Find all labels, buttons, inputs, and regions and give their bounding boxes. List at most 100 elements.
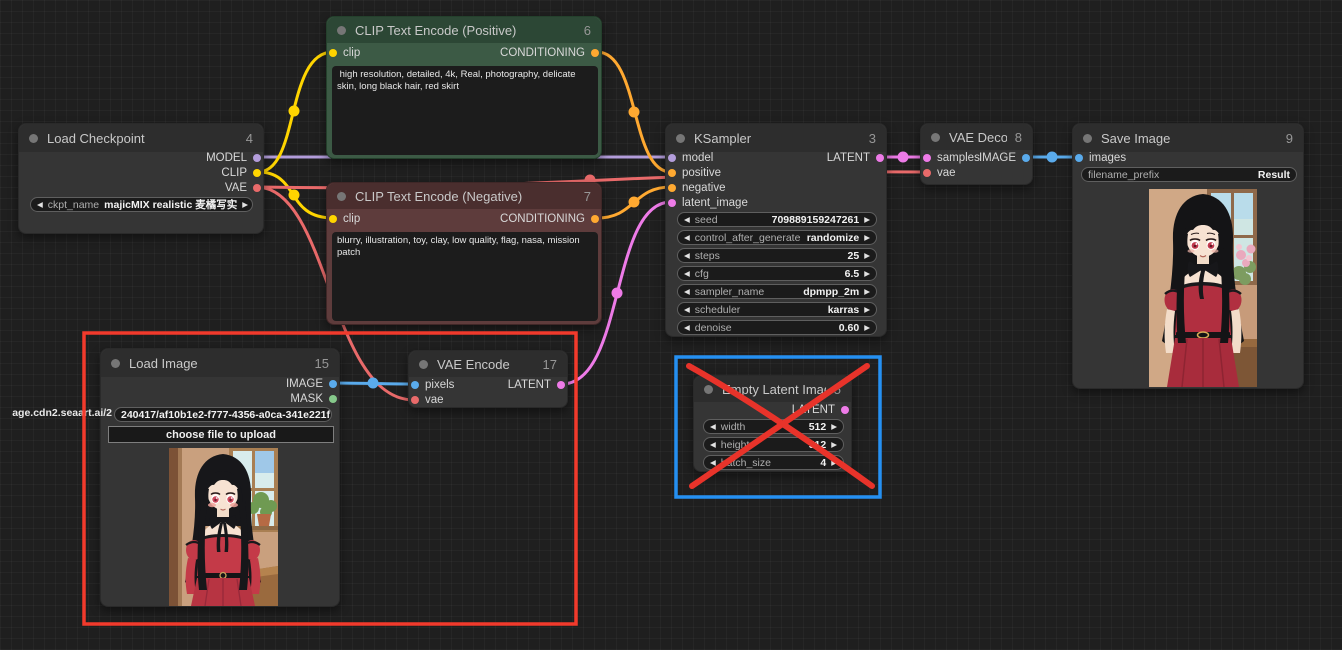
increment-arrow-icon[interactable]: ▶ xyxy=(242,201,248,209)
output-slot-vae[interactable]: VAE xyxy=(225,181,261,195)
conditioning-port-dot[interactable] xyxy=(591,215,599,223)
decrement-arrow-icon[interactable]: ◀ xyxy=(684,252,690,260)
input-slot-vae[interactable]: vae xyxy=(411,393,444,407)
output-slot-model[interactable]: MODEL xyxy=(206,151,261,165)
widget-denoise[interactable]: ◀ denoise 0.60 ▶ xyxy=(677,320,877,335)
output-slot-latent[interactable]: LATENT xyxy=(827,151,884,165)
model-port-dot[interactable] xyxy=(668,154,676,162)
decrement-arrow-icon[interactable]: ◀ xyxy=(710,441,716,449)
model-port-dot[interactable] xyxy=(253,154,261,162)
collapse-dot-icon[interactable] xyxy=(1083,134,1092,143)
image-port-dot[interactable] xyxy=(1075,154,1083,162)
widget-control-after-generate[interactable]: ◀ control_after_generate randomize ▶ xyxy=(677,230,877,245)
output-slot-image[interactable]: IMAGE xyxy=(979,151,1030,165)
node-titlebar[interactable]: KSampler 3 xyxy=(666,124,886,152)
output-slot-latent[interactable]: LATENT xyxy=(792,403,849,417)
input-slot-pixels[interactable]: pixels xyxy=(411,378,454,392)
widget-filename-prefix[interactable]: filename_prefix Result xyxy=(1081,167,1297,182)
input-slot-latent-image[interactable]: latent_image xyxy=(668,196,748,210)
input-slot-positive[interactable]: positive xyxy=(668,166,721,180)
increment-arrow-icon[interactable]: ▶ xyxy=(831,441,837,449)
node-empty-latent-image[interactable]: Empty Latent Image 5 LATENT ◀ width 512 … xyxy=(693,375,852,472)
latent-port-dot[interactable] xyxy=(876,154,884,162)
widget-width[interactable]: ◀ width 512 ▶ xyxy=(703,419,844,434)
node-clip-text-encode-positive[interactable]: CLIP Text Encode (Positive) 6 clip CONDI… xyxy=(326,16,602,159)
increment-arrow-icon[interactable]: ▶ xyxy=(864,306,870,314)
input-slot-negative[interactable]: negative xyxy=(668,181,725,195)
node-titlebar[interactable]: CLIP Text Encode (Positive) 6 xyxy=(327,17,601,43)
input-slot-samples[interactable]: samples xyxy=(923,151,980,165)
image-port-dot[interactable] xyxy=(411,381,419,389)
widget-steps[interactable]: ◀ steps 25 ▶ xyxy=(677,248,877,263)
decrement-arrow-icon[interactable]: ◀ xyxy=(710,423,716,431)
output-slot-clip[interactable]: CLIP xyxy=(221,166,261,180)
widget-sampler-name[interactable]: ◀ sampler_name dpmpp_2m ▶ xyxy=(677,284,877,299)
latent-port-dot[interactable] xyxy=(923,154,931,162)
output-slot-latent[interactable]: LATENT xyxy=(508,378,565,392)
input-slot-vae[interactable]: vae xyxy=(923,166,956,180)
conditioning-port-dot[interactable] xyxy=(591,49,599,57)
decrement-arrow-icon[interactable]: ◀ xyxy=(684,306,690,314)
input-slot-clip[interactable]: clip xyxy=(329,46,360,60)
latent-port-dot[interactable] xyxy=(557,381,565,389)
clip-port-dot[interactable] xyxy=(253,169,261,177)
decrement-arrow-icon[interactable]: ◀ xyxy=(684,216,690,224)
widget-cfg[interactable]: ◀ cfg 6.5 ▶ xyxy=(677,266,877,281)
latent-port-dot[interactable] xyxy=(668,199,676,207)
input-slot-model[interactable]: model xyxy=(668,151,713,165)
decrement-arrow-icon[interactable]: ◀ xyxy=(684,288,690,296)
collapse-dot-icon[interactable] xyxy=(337,26,346,35)
collapse-dot-icon[interactable] xyxy=(111,359,120,368)
node-titlebar[interactable]: VAE Encode 17 xyxy=(409,351,567,377)
node-titlebar[interactable]: VAE Decode 8 xyxy=(921,124,1032,150)
clip-port-dot[interactable] xyxy=(329,215,337,223)
increment-arrow-icon[interactable]: ▶ xyxy=(864,234,870,242)
widget-height[interactable]: ◀ height 512 ▶ xyxy=(703,437,844,452)
output-slot-conditioning[interactable]: CONDITIONING xyxy=(500,46,599,60)
image-port-dot[interactable] xyxy=(329,380,337,388)
conditioning-port-dot[interactable] xyxy=(668,184,676,192)
vae-port-dot[interactable] xyxy=(411,396,419,404)
node-clip-text-encode-negative[interactable]: CLIP Text Encode (Negative) 7 clip CONDI… xyxy=(326,182,602,325)
collapse-dot-icon[interactable] xyxy=(704,385,713,394)
image-port-dot[interactable] xyxy=(1022,154,1030,162)
increment-arrow-icon[interactable]: ▶ xyxy=(864,270,870,278)
widget-ckpt-name[interactable]: ◀ ckpt_name majicMIX realistic 麦橘写实 ▶ xyxy=(30,197,253,212)
collapse-dot-icon[interactable] xyxy=(931,133,940,142)
increment-arrow-icon[interactable]: ▶ xyxy=(864,288,870,296)
increment-arrow-icon[interactable]: ▶ xyxy=(831,423,837,431)
positive-prompt-textarea[interactable]: high resolution, detailed, 4k, Real, pho… xyxy=(332,66,598,155)
output-slot-mask[interactable]: MASK xyxy=(290,392,337,406)
widget-image-filename[interactable]: 240417/af10b1e2-f777-4356-a0ca-341e221f7… xyxy=(114,407,332,422)
node-titlebar[interactable]: CLIP Text Encode (Negative) 7 xyxy=(327,183,601,209)
decrement-arrow-icon[interactable]: ◀ xyxy=(684,324,690,332)
node-titlebar[interactable]: Load Checkpoint 4 xyxy=(19,124,263,152)
node-load-checkpoint[interactable]: Load Checkpoint 4 MODEL CLIP VAE ◀ ckpt_… xyxy=(18,123,264,234)
mask-port-dot[interactable] xyxy=(329,395,337,403)
increment-arrow-icon[interactable]: ▶ xyxy=(864,216,870,224)
node-graph-canvas[interactable]: Load Checkpoint 4 MODEL CLIP VAE ◀ ckpt_… xyxy=(0,0,1342,650)
increment-arrow-icon[interactable]: ▶ xyxy=(864,324,870,332)
clip-port-dot[interactable] xyxy=(329,49,337,57)
upload-button[interactable]: choose file to upload xyxy=(108,426,334,443)
vae-port-dot[interactable] xyxy=(923,169,931,177)
decrement-arrow-icon[interactable]: ◀ xyxy=(684,270,690,278)
increment-arrow-icon[interactable]: ▶ xyxy=(864,252,870,260)
vae-port-dot[interactable] xyxy=(253,184,261,192)
node-titlebar[interactable]: Save Image 9 xyxy=(1073,124,1303,152)
decrement-arrow-icon[interactable]: ◀ xyxy=(37,201,43,209)
widget-scheduler[interactable]: ◀ scheduler karras ▶ xyxy=(677,302,877,317)
node-ksampler[interactable]: KSampler 3 model positive negative laten… xyxy=(665,123,887,337)
latent-port-dot[interactable] xyxy=(841,406,849,414)
widget-batch-size[interactable]: ◀ batch_size 4 ▶ xyxy=(703,455,844,470)
widget-seed[interactable]: ◀ seed 709889159247261 ▶ xyxy=(677,212,877,227)
increment-arrow-icon[interactable]: ▶ xyxy=(831,459,837,467)
collapse-dot-icon[interactable] xyxy=(419,360,428,369)
input-slot-images[interactable]: images xyxy=(1075,151,1126,165)
node-titlebar[interactable]: Empty Latent Image 5 xyxy=(694,376,851,402)
node-vae-encode[interactable]: VAE Encode 17 pixels vae LATENT xyxy=(408,350,568,408)
node-titlebar[interactable]: Load Image 15 xyxy=(101,349,339,377)
output-slot-conditioning[interactable]: CONDITIONING xyxy=(500,212,599,226)
decrement-arrow-icon[interactable]: ◀ xyxy=(710,459,716,467)
decrement-arrow-icon[interactable]: ◀ xyxy=(684,234,690,242)
